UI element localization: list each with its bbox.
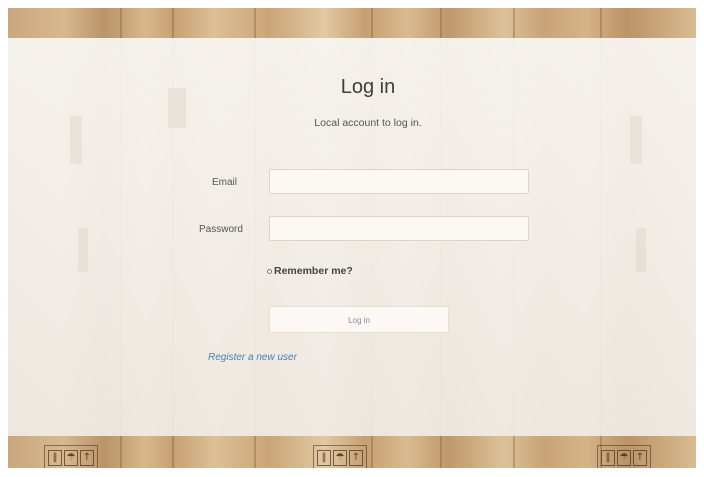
umbrella-icon: ☂ [333, 450, 347, 466]
background-box-shadow [168, 88, 186, 128]
box-handling-symbols: ‖ ☂ ↑ [597, 445, 651, 468]
box-handling-symbols: ‖ ☂ ↑ [313, 445, 367, 468]
umbrella-icon: ☂ [617, 450, 631, 466]
register-link[interactable]: Register a new user [208, 352, 297, 363]
this-side-up-icon: ↑ [633, 450, 647, 466]
this-side-up-icon: ↑ [349, 450, 363, 466]
remember-me[interactable]: Remember me? [267, 265, 353, 277]
email-field[interactable] [269, 169, 529, 194]
password-field[interactable] [269, 216, 529, 241]
this-side-up-icon: ↑ [80, 450, 94, 466]
fragile-icon: ‖ [601, 450, 615, 466]
page-title: Log in [340, 76, 396, 98]
background-box-shadow [636, 228, 646, 272]
page-subtitle: Local account to log in. [314, 117, 422, 129]
fragile-icon: ‖ [48, 450, 62, 466]
email-label: Email [212, 177, 238, 188]
remember-me-label[interactable]: Remember me? [274, 265, 353, 277]
background-box-shadow [78, 228, 88, 272]
background-box-shadow [70, 116, 82, 164]
password-label: Password [199, 224, 243, 235]
background-box-shadow [630, 116, 642, 164]
fragile-icon: ‖ [317, 450, 331, 466]
box-handling-symbols: ‖ ☂ ↑ [44, 445, 98, 468]
login-page: ‖ ☂ ↑ ‖ ☂ ↑ ‖ ☂ ↑ Log in Local account t… [8, 8, 696, 468]
login-button[interactable]: Log in [269, 306, 449, 333]
umbrella-icon: ☂ [64, 450, 78, 466]
remember-me-checkbox[interactable] [267, 268, 272, 274]
